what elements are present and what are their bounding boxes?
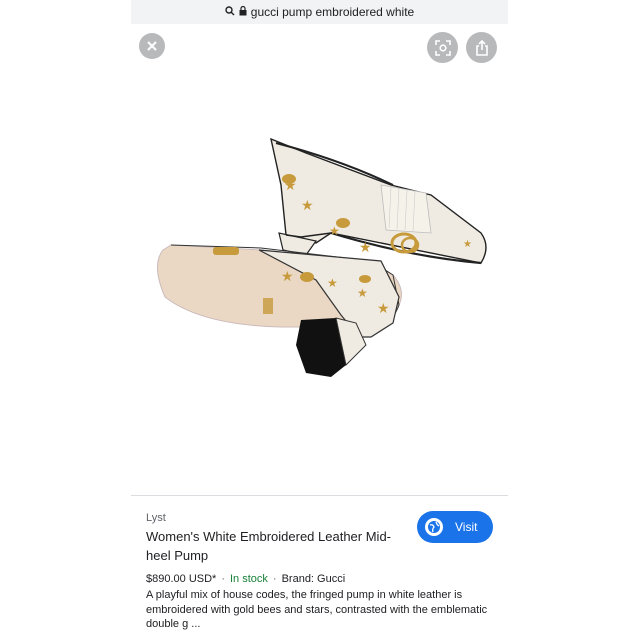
lens-icon [434,39,451,56]
shoe-side-view: ★ ★ ★ ★ ★ [270,137,487,265]
close-button[interactable] [139,33,165,59]
svg-text:★: ★ [327,276,338,290]
svg-text:★: ★ [301,197,314,213]
shoe-sole-view: ★ ★ ★ ★ [157,244,402,377]
share-button[interactable] [466,32,497,63]
svg-text:★: ★ [281,268,294,284]
lock-icon [239,5,247,19]
separator: · [272,573,277,585]
phone-frame: gucci pump embroidered white ★ ★ ★ ★ ★ ★… [131,0,508,640]
result-description: A playful mix of house codes, the fringe… [146,589,488,630]
visit-button[interactable]: Visit [417,511,493,543]
result-source[interactable]: Lyst [146,512,166,524]
lens-button[interactable] [427,32,458,63]
svg-text:★: ★ [463,239,472,250]
product-image[interactable]: ★ ★ ★ ★ ★ ★ ★ ★ ★ [131,65,508,485]
visit-label: Visit [455,520,478,534]
stock-status: In stock [230,573,268,585]
divider [131,495,508,496]
separator: · [221,573,225,585]
url-text: gucci pump embroidered white [250,5,415,19]
close-icon [147,41,157,51]
url-bar[interactable]: gucci pump embroidered white [131,0,508,24]
price: $890.00 USD* [146,573,217,585]
result-meta: $890.00 USD* · In stock · Brand: Gucci [146,573,345,585]
svg-text:★: ★ [357,286,368,300]
brand: Brand: Gucci [281,573,346,585]
svg-text:★: ★ [377,300,390,316]
svg-text:★: ★ [359,239,372,255]
share-icon [475,39,488,56]
globe-icon [425,518,443,536]
result-title[interactable]: Women's White Embroidered Leather Mid-he… [146,527,401,565]
search-icon [225,5,235,19]
